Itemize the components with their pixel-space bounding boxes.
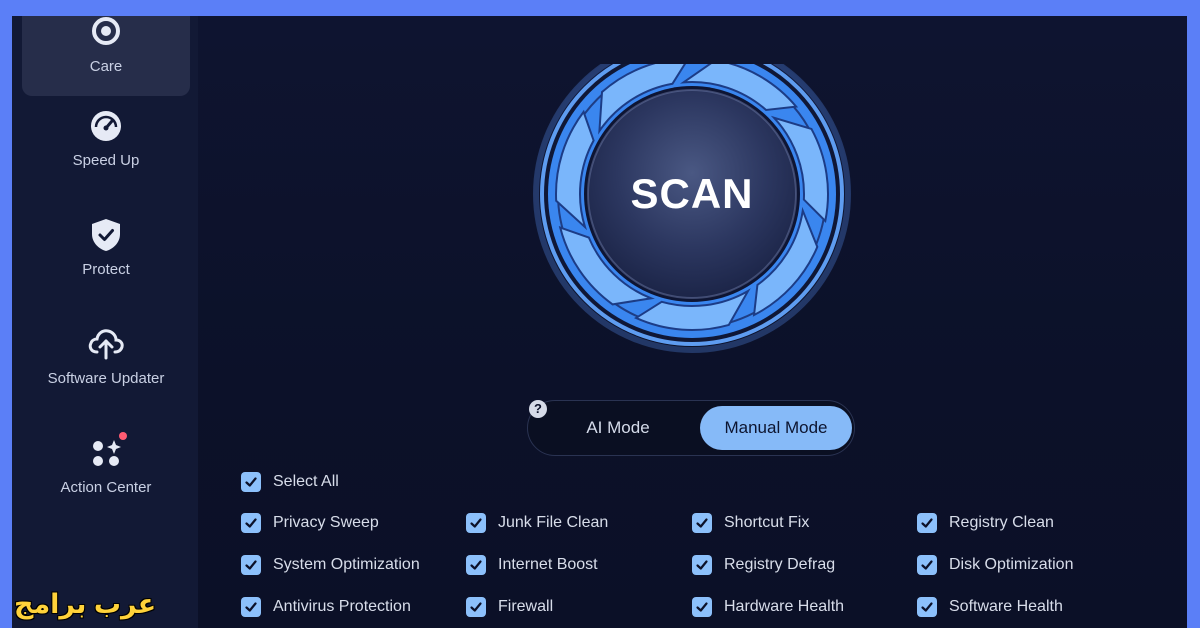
checkbox-checked-icon <box>241 513 261 533</box>
sidebar: Care Speed Up Protect Software Updater A… <box>12 16 198 628</box>
ai-mode-button[interactable]: AI Mode <box>548 406 688 450</box>
checkbox-checked-icon <box>917 555 937 575</box>
checkbox-label: Shortcut Fix <box>724 514 810 531</box>
checkbox-label: Antivirus Protection <box>273 598 411 615</box>
checkbox-label: Junk File Clean <box>498 514 609 531</box>
speedometer-icon <box>88 108 124 148</box>
checkbox-checked-icon <box>466 597 486 617</box>
watermark-logo: عرب برامج <box>14 589 157 619</box>
sidebar-item-speed-up[interactable]: Speed Up <box>22 106 190 206</box>
care-icon <box>89 16 123 52</box>
checkbox-checked-icon <box>241 555 261 575</box>
app-window: Care Speed Up Protect Software Updater A… <box>12 16 1187 628</box>
option-checkbox[interactable]: System Optimization <box>241 555 420 575</box>
checkbox-label: Software Health <box>949 598 1063 615</box>
scan-dial[interactable]: SCAN <box>532 35 852 384</box>
mode-toggle: AI Mode Manual Mode <box>527 400 855 456</box>
checkbox-checked-icon <box>466 513 486 533</box>
checkbox-label: System Optimization <box>273 556 420 573</box>
checkbox-checked-icon <box>692 555 712 575</box>
sidebar-item-label: Software Updater <box>47 370 165 387</box>
sidebar-item-care[interactable]: Care <box>22 16 190 96</box>
option-checkbox[interactable]: Antivirus Protection <box>241 597 411 617</box>
checkbox-label: Privacy Sweep <box>273 514 379 531</box>
option-checkbox[interactable]: Internet Boost <box>466 555 598 575</box>
checkbox-label: Firewall <box>498 598 554 615</box>
option-checkbox[interactable]: Privacy Sweep <box>241 513 379 533</box>
checkbox-label: Disk Optimization <box>949 556 1074 573</box>
checkbox-label: Select All <box>273 473 339 490</box>
option-checkbox[interactable]: Junk File Clean <box>466 513 608 533</box>
checkbox-checked-icon <box>241 597 261 617</box>
option-checkbox[interactable]: Registry Clean <box>917 513 1054 533</box>
option-checkbox[interactable]: Hardware Health <box>692 597 844 617</box>
sidebar-item-label: Protect <box>82 261 130 278</box>
checkbox-checked-icon <box>917 597 937 617</box>
apps-grid-icon <box>88 435 124 475</box>
option-checkbox[interactable]: Firewall <box>466 597 553 617</box>
checkbox-checked-icon <box>692 597 712 617</box>
option-checkbox[interactable]: Software Health <box>917 597 1063 617</box>
select-all-checkbox[interactable]: Select All <box>241 472 339 492</box>
scan-button[interactable]: SCAN <box>532 64 852 324</box>
manual-mode-button[interactable]: Manual Mode <box>700 406 852 450</box>
checkbox-checked-icon <box>917 513 937 533</box>
checkbox-label: Registry Clean <box>949 514 1054 531</box>
sidebar-item-label: Action Center <box>60 479 152 496</box>
checkbox-checked-icon <box>466 555 486 575</box>
help-icon[interactable]: ? <box>529 400 547 418</box>
cloud-upload-icon <box>86 324 126 366</box>
sidebar-item-label: Speed Up <box>72 152 140 169</box>
sidebar-item-software-updater[interactable]: Software Updater <box>22 324 190 424</box>
sidebar-item-label: Care <box>89 58 123 75</box>
checkbox-checked-icon <box>241 472 261 492</box>
option-checkbox[interactable]: Shortcut Fix <box>692 513 809 533</box>
sidebar-item-action-center[interactable]: Action Center <box>22 432 190 533</box>
shield-icon <box>89 217 123 257</box>
checkbox-label: Registry Defrag <box>724 556 836 573</box>
option-checkbox[interactable]: Disk Optimization <box>917 555 1073 575</box>
notification-badge <box>119 432 127 440</box>
checkbox-checked-icon <box>692 513 712 533</box>
option-checkbox[interactable]: Registry Defrag <box>692 555 835 575</box>
checkbox-label: Hardware Health <box>724 598 845 615</box>
sidebar-item-protect[interactable]: Protect <box>22 215 190 315</box>
checkbox-label: Internet Boost <box>498 556 598 573</box>
